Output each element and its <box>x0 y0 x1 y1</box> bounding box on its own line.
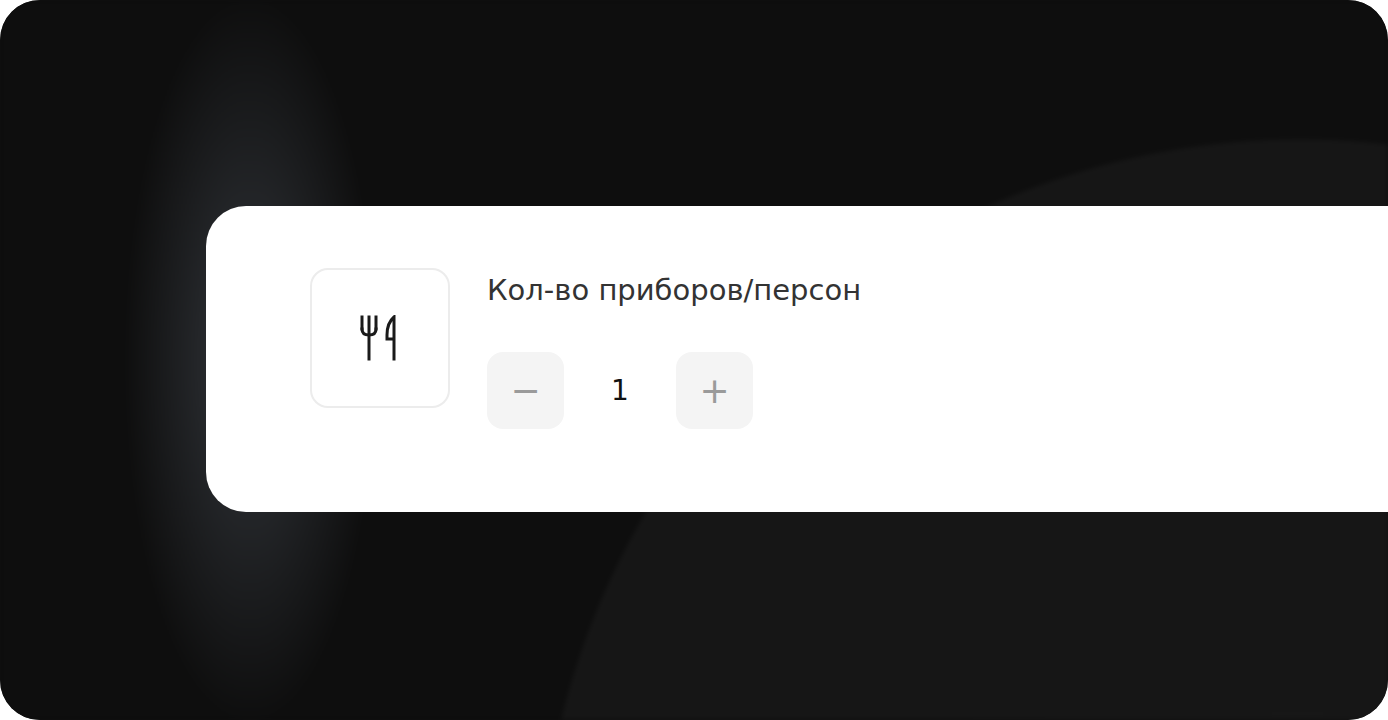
decrement-button[interactable]: − <box>487 352 564 429</box>
cutlery-icon <box>358 315 402 361</box>
setting-title: Кол-во приборов/персон <box>487 272 861 308</box>
cutlery-icon-box <box>310 268 450 408</box>
screen: Кол-во приборов/персон −1+ <box>0 0 1388 720</box>
quantity-value: 1 <box>564 374 676 407</box>
increment-button[interactable]: + <box>676 352 753 429</box>
cutlery-card: Кол-во приборов/персон −1+ <box>206 206 1388 512</box>
quantity-stepper: −1+ <box>487 352 861 429</box>
